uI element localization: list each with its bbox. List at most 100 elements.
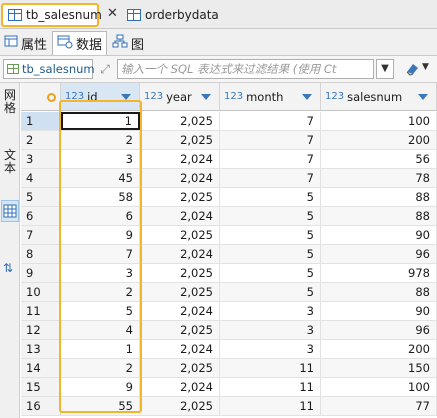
cell-year[interactable]: 2,025	[140, 359, 220, 377]
table-row[interactable]: 4 45 2,024 7 78	[21, 169, 437, 188]
table-row[interactable]: 13 1 2,024 3 200	[21, 340, 437, 359]
cell-id[interactable]: 45	[61, 169, 140, 187]
filter-history-dropdown[interactable]: ▼	[376, 59, 394, 79]
cell-salesnum[interactable]: 978	[321, 264, 437, 282]
cell-salesnum[interactable]: 100	[321, 112, 437, 130]
row-number[interactable]: 6	[21, 207, 61, 225]
table-row[interactable]: 11 5 2,024 3 90	[21, 302, 437, 321]
cell-salesnum[interactable]: 78	[321, 169, 437, 187]
cell-id[interactable]: 2	[61, 131, 140, 149]
table-row[interactable]: 1 1 2,025 7 100	[21, 112, 437, 131]
cell-month[interactable]: 7	[220, 112, 321, 130]
cell-year[interactable]: 2,025	[140, 397, 220, 415]
sort-arrow-icon[interactable]	[302, 94, 312, 100]
cell-year[interactable]: 2,024	[140, 207, 220, 225]
row-number[interactable]: 7	[21, 226, 61, 244]
expand-icon[interactable]: ⤢	[98, 62, 112, 76]
row-number[interactable]: 11	[21, 302, 61, 320]
cell-month[interactable]: 7	[220, 131, 321, 149]
cell-month[interactable]: 5	[220, 226, 321, 244]
cell-salesnum[interactable]: 200	[321, 340, 437, 358]
tab-data[interactable]: 数据	[52, 31, 107, 55]
cell-month[interactable]: 7	[220, 169, 321, 187]
cell-month[interactable]: 3	[220, 321, 321, 339]
cell-salesnum[interactable]: 90	[321, 302, 437, 320]
table-row[interactable]: 5 58 2,025 5 88	[21, 188, 437, 207]
column-header-id[interactable]: 123 id	[61, 83, 140, 111]
row-number[interactable]: 1	[21, 112, 61, 130]
row-number[interactable]: 10	[21, 283, 61, 301]
grid-corner[interactable]	[21, 83, 61, 111]
table-row[interactable]: 15 9 2,024 11 100	[21, 378, 437, 397]
cell-salesnum[interactable]: 150	[321, 359, 437, 377]
cell-year[interactable]: 2,025	[140, 226, 220, 244]
cell-salesnum[interactable]: 88	[321, 207, 437, 225]
cell-month[interactable]: 11	[220, 378, 321, 396]
row-number[interactable]: 15	[21, 378, 61, 396]
cell-year[interactable]: 2,024	[140, 169, 220, 187]
cell-salesnum[interactable]: 96	[321, 245, 437, 263]
column-header-month[interactable]: 123 month	[220, 83, 321, 111]
cell-salesnum[interactable]: 77	[321, 397, 437, 415]
cell-salesnum[interactable]: 88	[321, 283, 437, 301]
cell-year[interactable]: 2,025	[140, 188, 220, 206]
cell-month[interactable]: 5	[220, 245, 321, 263]
cell-month[interactable]: 11	[220, 359, 321, 377]
cell-year[interactable]: 2,024	[140, 245, 220, 263]
side-grid-label[interactable]: 网格	[2, 89, 18, 115]
table-row[interactable]: 16 55 2,025 11 77	[21, 397, 437, 416]
close-icon[interactable]: ✕	[107, 6, 118, 21]
cell-month[interactable]: 3	[220, 302, 321, 320]
column-header-year[interactable]: 123 year	[140, 83, 220, 111]
table-selector[interactable]: tb_salesnum	[3, 59, 95, 79]
cell-id[interactable]: 6	[61, 207, 140, 225]
cell-year[interactable]: 2,025	[140, 112, 220, 130]
cell-id[interactable]: 3	[61, 264, 140, 282]
cell-salesnum[interactable]: 96	[321, 321, 437, 339]
side-text-label[interactable]: 文本	[2, 149, 18, 175]
cell-id[interactable]: 2	[61, 359, 140, 377]
cell-month[interactable]: 3	[220, 340, 321, 358]
cell-salesnum[interactable]: 56	[321, 150, 437, 168]
row-number[interactable]: 13	[21, 340, 61, 358]
row-number[interactable]: 9	[21, 264, 61, 282]
editor-tab-tb-salesnum[interactable]: tb_salesnum	[1, 3, 102, 27]
cell-id[interactable]: 2	[61, 283, 140, 301]
sort-icon[interactable]: ⇅	[3, 261, 13, 275]
editor-tab-orderbydata[interactable]: orderbydata	[122, 3, 242, 27]
cell-id[interactable]: 9	[61, 378, 140, 396]
row-number[interactable]: 8	[21, 245, 61, 263]
cell-year[interactable]: 2,024	[140, 378, 220, 396]
cell-salesnum[interactable]: 200	[321, 131, 437, 149]
cell-id[interactable]: 1	[61, 340, 140, 358]
cell-month[interactable]: 7	[220, 150, 321, 168]
cell-month[interactable]: 5	[220, 188, 321, 206]
cell-id[interactable]: 3	[61, 150, 140, 168]
table-row[interactable]: 2 2 2,025 7 200	[21, 131, 437, 150]
column-header-salesnum[interactable]: 123 salesnum	[321, 83, 437, 111]
table-row[interactable]: 3 3 2,024 7 56	[21, 150, 437, 169]
row-number[interactable]: 12	[21, 321, 61, 339]
row-number[interactable]: 2	[21, 131, 61, 149]
cell-id[interactable]: 7	[61, 245, 140, 263]
cell-month[interactable]: 5	[220, 207, 321, 225]
row-number[interactable]: 3	[21, 150, 61, 168]
filter-input[interactable]: 输入一个 SQL 表达式来过滤结果 (使用 Ct	[117, 59, 374, 79]
cell-year[interactable]: 2,025	[140, 283, 220, 301]
table-row[interactable]: 9 3 2,025 5 978	[21, 264, 437, 283]
chevron-down-icon[interactable]: ▼	[422, 62, 429, 72]
table-row[interactable]: 10 2 2,025 5 88	[21, 283, 437, 302]
cell-year[interactable]: 2,025	[140, 131, 220, 149]
cell-id[interactable]: 58	[61, 188, 140, 206]
cell-salesnum[interactable]: 90	[321, 226, 437, 244]
cell-salesnum[interactable]: 100	[321, 378, 437, 396]
cell-id[interactable]: 5	[61, 302, 140, 320]
row-number[interactable]: 16	[21, 397, 61, 415]
table-row[interactable]: 7 9 2,025 5 90	[21, 226, 437, 245]
cell-year[interactable]: 2,024	[140, 302, 220, 320]
cell-month[interactable]: 5	[220, 283, 321, 301]
table-row[interactable]: 14 2 2,025 11 150	[21, 359, 437, 378]
row-number[interactable]: 14	[21, 359, 61, 377]
cell-month[interactable]: 5	[220, 264, 321, 282]
cell-year[interactable]: 2,024	[140, 150, 220, 168]
